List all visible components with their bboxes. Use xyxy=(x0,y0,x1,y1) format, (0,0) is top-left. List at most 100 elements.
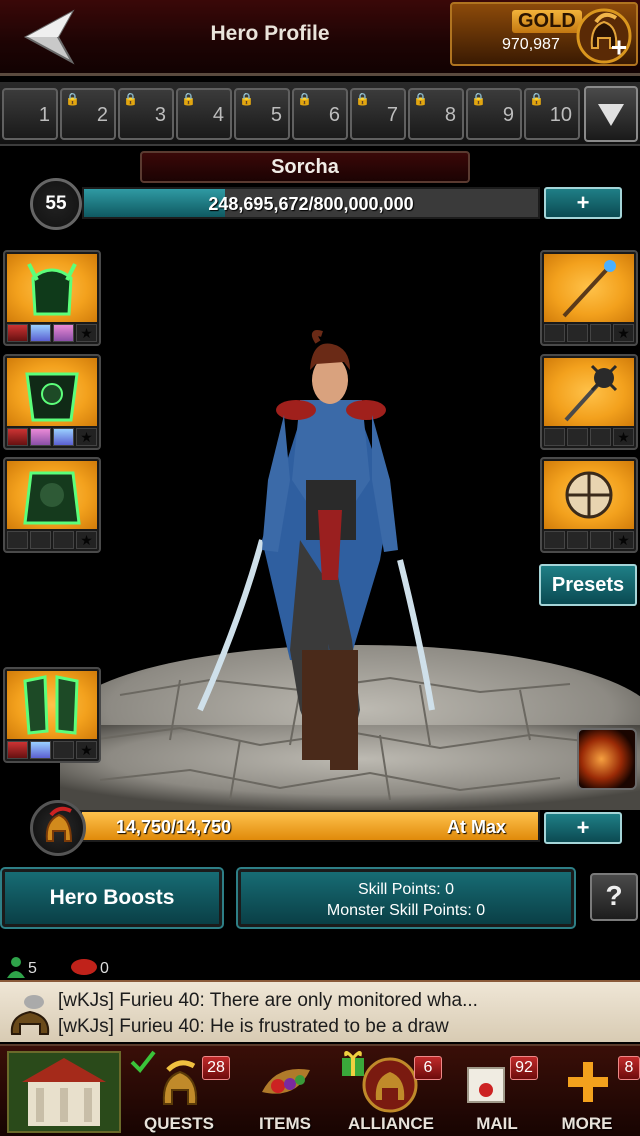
more-badge: 8 xyxy=(618,1056,640,1080)
power-bar: 14,750/14,750 At Max xyxy=(80,810,540,842)
equip-slot-armor[interactable] xyxy=(3,354,101,450)
slot-tab-7[interactable]: 🔒 7 xyxy=(350,88,406,140)
gem-socket-icon xyxy=(7,531,28,549)
gem-socket-icon xyxy=(53,428,74,446)
star-icon xyxy=(613,531,634,549)
gold-label: GOLD xyxy=(512,10,582,33)
chevron-down-icon xyxy=(598,104,624,126)
slot-tab-10[interactable]: 🔒 10 xyxy=(524,88,580,140)
back-arrow-icon[interactable] xyxy=(18,8,78,66)
lock-icon: 🔒 xyxy=(355,92,370,106)
slot-tab-2[interactable]: 🔒 2 xyxy=(60,88,116,140)
equip-slot-mace[interactable] xyxy=(540,354,638,450)
gem-socket-icon xyxy=(544,324,565,342)
monster-skill-points-text: Monster Skill Points: 0 xyxy=(326,902,486,919)
hero-name: Sorcha xyxy=(140,151,470,183)
add-xp-button[interactable]: + xyxy=(544,187,622,219)
gem-socket-icon xyxy=(544,428,565,446)
orb-icon xyxy=(544,461,634,529)
hero-slot-strip: 1 🔒 2 🔒 3 🔒 4 🔒 5 🔒 6 🔒 7 🔒 8 🔒 9 🔒 10 xyxy=(0,82,640,146)
gold-purchase-button[interactable]: GOLD 970,987 xyxy=(450,2,638,66)
slot-dropdown-button[interactable] xyxy=(584,86,638,142)
member-icon xyxy=(7,957,25,978)
staff-icon xyxy=(544,254,634,322)
star-icon xyxy=(613,324,634,342)
chat-message: [wKJs] Furieu 40: He is frustrated to be… xyxy=(58,1016,449,1037)
lock-icon: 🔒 xyxy=(529,92,544,106)
chat-status-row: 5 0 xyxy=(0,956,640,978)
equip-slot-cloak[interactable] xyxy=(3,457,101,553)
nav-alliance[interactable]: 6 ALLIANCE xyxy=(338,1046,444,1136)
chat-message: [wKJs] Furieu 40: There are only monitor… xyxy=(58,990,478,1011)
equip-slot-helmet[interactable] xyxy=(3,250,101,346)
power-value: 14,750/14,750 xyxy=(116,817,232,837)
gem-socket-icon xyxy=(53,324,74,342)
gem-socket-icon xyxy=(544,531,565,549)
gem-socket-icon xyxy=(30,324,51,342)
mail-scroll-icon xyxy=(467,1067,505,1103)
gem-socket-icon xyxy=(590,324,611,342)
slot-tab-9[interactable]: 🔒 9 xyxy=(466,88,522,140)
equip-slot-orb[interactable] xyxy=(540,457,638,553)
bottom-nav: 28 QUESTS ITEMS 6 ALLIANCE 92 MAIL 8 MOR… xyxy=(0,1044,640,1136)
lock-icon: 🔒 xyxy=(413,92,428,106)
slot-tab-label: 10 xyxy=(549,104,572,126)
skill-swirl-button[interactable] xyxy=(577,728,637,790)
gem-socket-icon xyxy=(567,428,588,446)
slot-tab-6[interactable]: 🔒 6 xyxy=(292,88,348,140)
gem-socket-icon xyxy=(7,741,28,759)
slot-tab-3[interactable]: 🔒 3 xyxy=(118,88,174,140)
helmet-icon xyxy=(7,254,97,322)
lock-icon: 🔒 xyxy=(471,92,486,106)
chat-helmet-icon xyxy=(10,995,50,1035)
gold-value: 970,987 xyxy=(502,36,560,53)
equip-slot-gloves[interactable] xyxy=(3,667,101,763)
star-icon xyxy=(613,428,634,446)
chat-preview[interactable]: [wKJs] Furieu 40: There are only monitor… xyxy=(0,980,640,1042)
skill-points-panel[interactable]: Skill Points: 0 Monster Skill Points: 0 xyxy=(236,867,576,929)
gem-socket-icon xyxy=(7,324,28,342)
speech-bubble-icon xyxy=(71,959,97,975)
unread-count: 0 xyxy=(100,960,109,977)
gem-socket-icon xyxy=(53,741,74,759)
star-icon xyxy=(76,324,97,342)
slot-tab-1[interactable]: 1 xyxy=(2,88,58,140)
armor-icon xyxy=(7,358,97,426)
slot-tab-label: 1 xyxy=(38,104,50,126)
slot-tab-5[interactable]: 🔒 5 xyxy=(234,88,290,140)
presets-button[interactable]: Presets xyxy=(539,564,637,606)
equip-slot-staff[interactable] xyxy=(540,250,638,346)
power-icon xyxy=(30,800,86,856)
lock-icon: 🔒 xyxy=(239,92,254,106)
quests-badge: 28 xyxy=(202,1056,230,1080)
stronghold-icon xyxy=(7,1051,121,1133)
add-power-button[interactable]: + xyxy=(544,812,622,844)
slot-tab-8[interactable]: 🔒 8 xyxy=(408,88,464,140)
quest-helmet-icon xyxy=(162,1060,198,1105)
nav-items[interactable]: ITEMS xyxy=(232,1046,338,1136)
gem-socket-icon xyxy=(567,324,588,342)
page-title: Hero Profile xyxy=(210,22,330,45)
star-icon xyxy=(76,531,97,549)
star-icon xyxy=(76,741,97,759)
mace-icon xyxy=(544,358,634,426)
slot-tab-4[interactable]: 🔒 4 xyxy=(176,88,232,140)
nav-label: ITEMS xyxy=(259,1114,311,1133)
alliance-shield-icon xyxy=(362,1057,418,1113)
slot-tab-label: 8 xyxy=(444,104,456,126)
nav-more[interactable]: 8 MORE xyxy=(534,1046,640,1136)
lock-icon: 🔒 xyxy=(123,92,138,106)
nav-label: QUESTS xyxy=(144,1114,214,1133)
help-button[interactable]: ? xyxy=(590,873,638,921)
power-status: At Max xyxy=(446,817,506,837)
gem-socket-icon xyxy=(30,741,51,759)
gem-socket-icon xyxy=(30,531,51,549)
slot-tab-label: 9 xyxy=(502,104,514,126)
slot-tab-label: 4 xyxy=(212,104,224,126)
lock-icon: 🔒 xyxy=(181,92,196,106)
nav-quests[interactable]: 28 QUESTS xyxy=(126,1046,232,1136)
nav-stronghold[interactable] xyxy=(0,1046,126,1136)
gem-socket-icon xyxy=(53,531,74,549)
slot-tab-label: 6 xyxy=(328,104,340,126)
hero-boosts-button[interactable]: Hero Boosts xyxy=(0,867,224,929)
